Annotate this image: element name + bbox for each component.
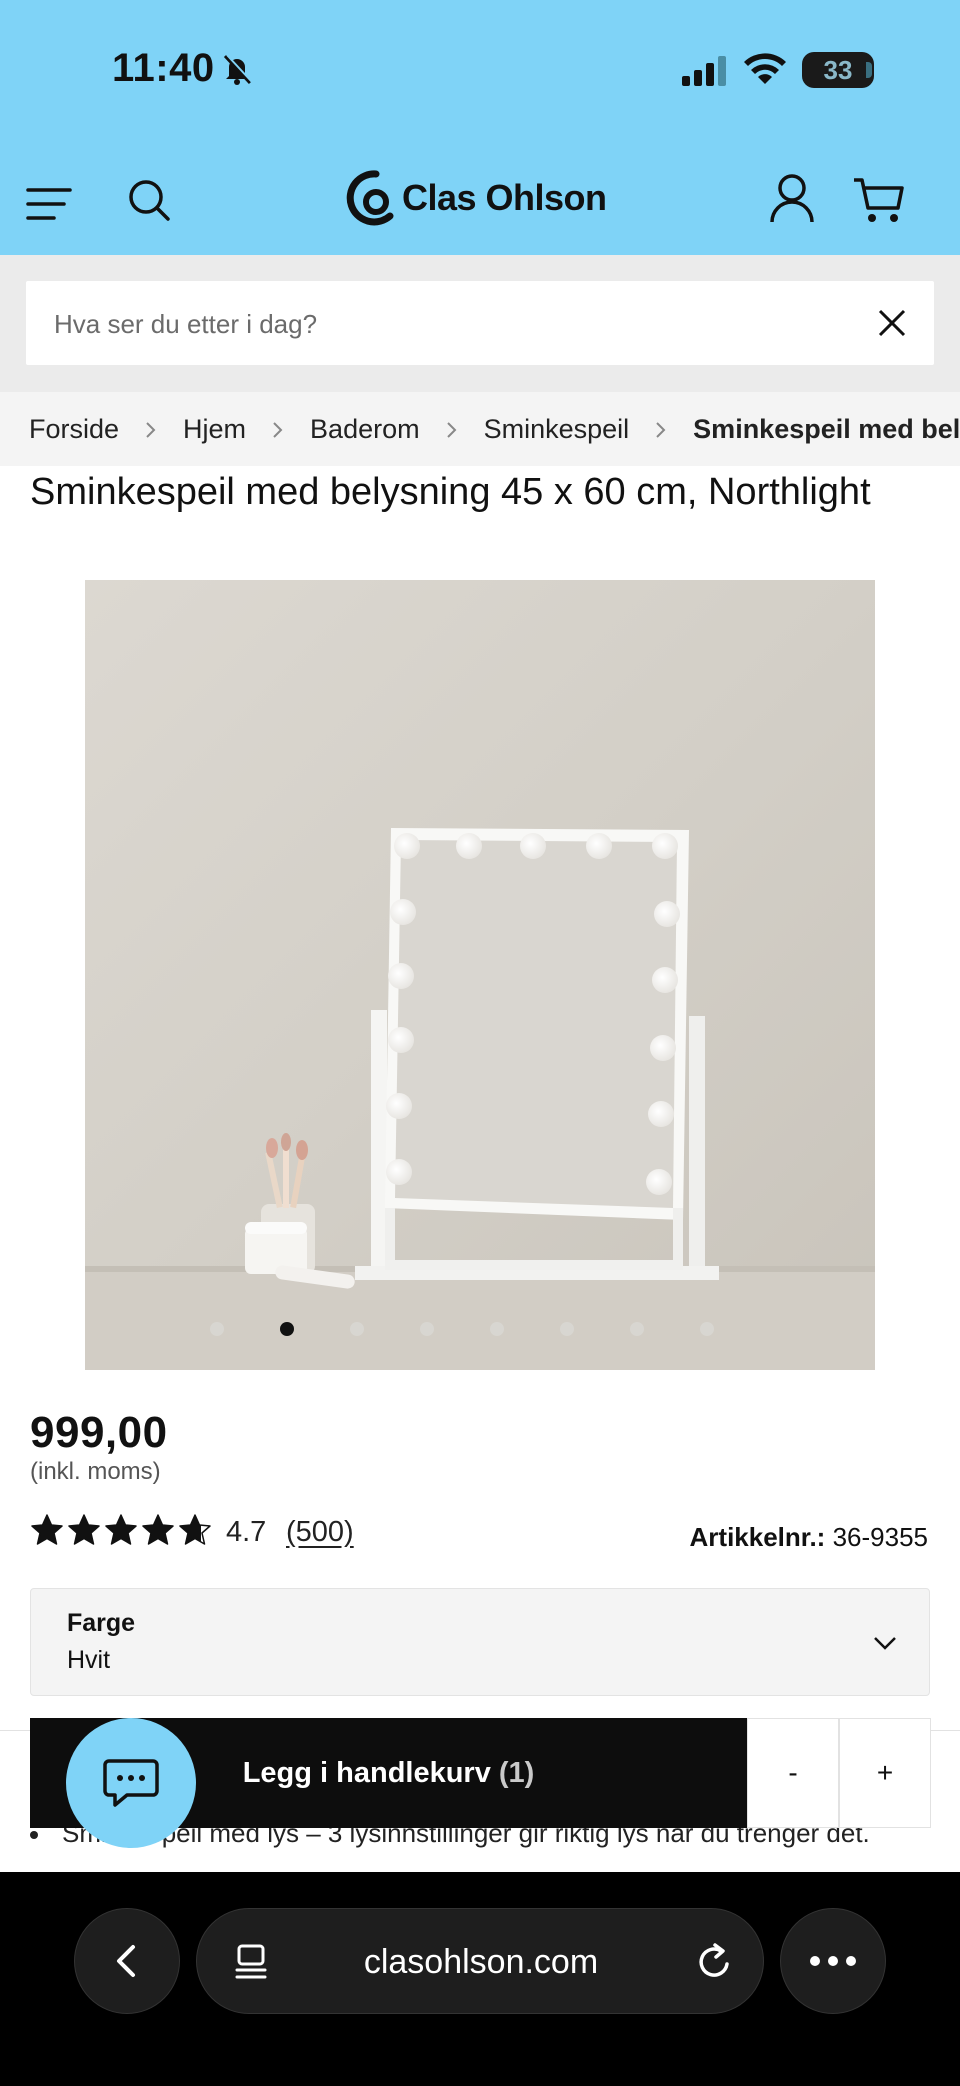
breadcrumb-item-sminkespeil[interactable]: Sminkespeil [484, 414, 630, 445]
address-bar[interactable]: clasohlson.com [196, 1908, 764, 2014]
breadcrumb-item-hjem[interactable]: Hjem [183, 414, 246, 445]
star-icon [68, 1514, 100, 1545]
breadcrumb-item-baderom[interactable]: Baderom [310, 414, 420, 445]
url-text: clasohlson.com [363, 1943, 599, 1981]
rating-stars [30, 1512, 215, 1548]
close-icon[interactable] [876, 307, 908, 339]
color-selector[interactable]: Farge Hvit [30, 1588, 930, 1696]
product-price: 999,00 [30, 1408, 168, 1457]
chevron-right-icon [273, 421, 283, 438]
search-icon[interactable] [122, 173, 178, 229]
chevron-right-icon [446, 421, 457, 438]
product-title: Sminkespeil med belysning 45 x 60 cm, No… [30, 471, 871, 513]
breadcrumb: Forside Hjem Baderom Sminkespeil Sminkes… [0, 392, 960, 466]
carousel-dot[interactable] [280, 1322, 294, 1336]
user-icon[interactable] [764, 170, 820, 226]
breadcrumb-current: Sminkespeil med belysning [693, 414, 960, 444]
star-icon [31, 1514, 63, 1545]
search-placeholder: Hva ser du etter i dag? [54, 309, 318, 339]
color-selector-value: Hvit [67, 1646, 111, 1674]
carousel-dot[interactable] [700, 1322, 714, 1336]
reload-icon[interactable] [695, 1942, 735, 1982]
carousel-dot[interactable] [630, 1322, 644, 1336]
bullet-dot [30, 1831, 38, 1840]
reviews-link[interactable]: (500) [286, 1516, 354, 1549]
back-button[interactable] [74, 1908, 180, 2014]
signal-icon [682, 56, 726, 86]
browser-toolbar: clasohlson.com [0, 1872, 960, 2086]
star-icon [105, 1514, 137, 1545]
search-input[interactable]: Hva ser du etter i dag? [26, 281, 934, 365]
article-number-value: 36-9355 [832, 1522, 928, 1552]
article-number-label: Artikkelnr.: [689, 1522, 826, 1552]
battery-indicator: 33 [802, 52, 874, 88]
wifi-icon [744, 53, 786, 84]
battery-level: 33 [823, 55, 853, 85]
star-icon [179, 1514, 211, 1545]
rating-value: 4.7 [226, 1516, 267, 1548]
carousel-dot[interactable] [420, 1322, 434, 1336]
add-to-cart-quantity: (1) [498, 1756, 535, 1789]
top-header-area: 11:40 33 Clas Ohlson [0, 0, 960, 255]
search-area: Hva ser du etter i dag? [0, 255, 960, 392]
back-icon [117, 1945, 135, 1977]
quantity-increase-button[interactable]: + [839, 1718, 931, 1828]
carousel-dot[interactable] [210, 1322, 224, 1336]
carousel-dot[interactable] [560, 1322, 574, 1336]
vat-note: (inkl. moms) [30, 1458, 161, 1485]
chevron-right-icon [146, 421, 156, 438]
carousel-dot[interactable] [350, 1322, 364, 1336]
logo-mark-icon [346, 170, 394, 226]
menu-icon[interactable] [24, 176, 80, 232]
chat-button[interactable] [66, 1718, 196, 1848]
bell-muted-icon [223, 54, 253, 85]
product-image[interactable] [85, 580, 875, 1370]
breadcrumb-item-forside[interactable]: Forside [29, 414, 119, 445]
chat-icon [103, 1759, 159, 1807]
site-header: Clas Ohlson [0, 140, 960, 255]
cart-icon[interactable] [852, 172, 908, 228]
carousel-dots [0, 1322, 960, 1338]
logo-text: Clas Ohlson [402, 177, 607, 218]
chevron-right-icon [656, 421, 666, 438]
more-icon [810, 1956, 856, 1966]
clas-ohlson-logo[interactable]: Clas Ohlson [346, 168, 607, 228]
color-selector-label: Farge [67, 1609, 136, 1637]
status-time: 11:40 [112, 46, 215, 90]
add-to-cart-label: Legg i handlekurv [242, 1756, 491, 1789]
quantity-decrease-button[interactable]: - [747, 1718, 839, 1828]
chevron-down-icon [874, 1637, 896, 1650]
battery-nub [866, 62, 872, 78]
carousel-dot[interactable] [490, 1322, 504, 1336]
star-icon [142, 1514, 174, 1545]
more-button[interactable] [780, 1908, 886, 2014]
article-number: Artikkelnr.: 36-9355 [690, 1522, 928, 1553]
status-bar: 11:40 33 [0, 0, 960, 140]
